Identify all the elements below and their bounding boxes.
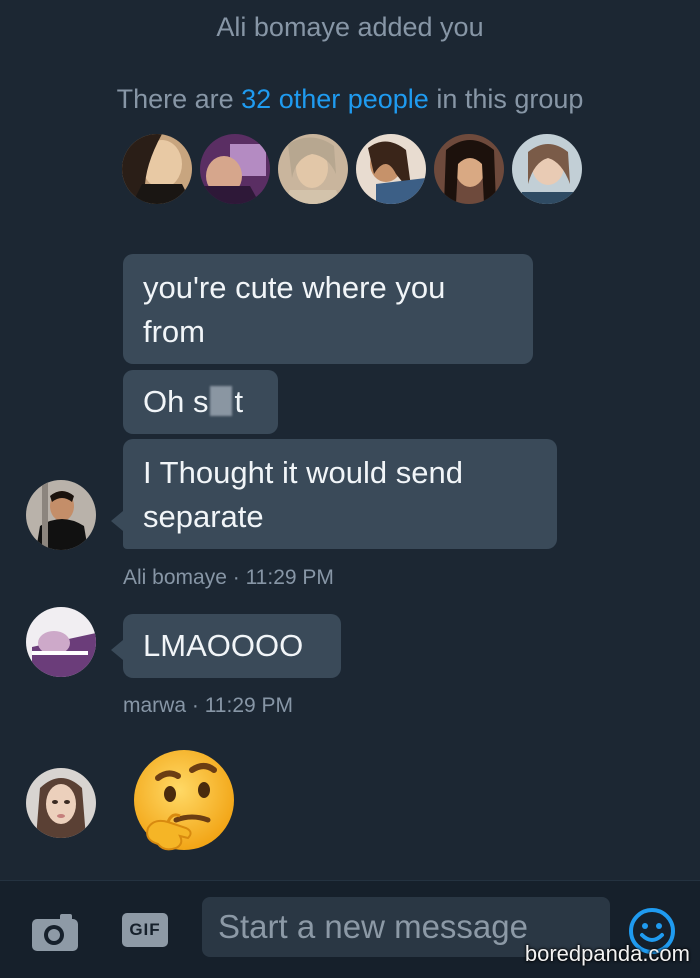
- message-bubble[interactable]: I Thought it would send separate: [111, 439, 557, 549]
- watermark: boredpanda.com: [524, 941, 690, 966]
- sender-avatar[interactable]: [26, 607, 96, 677]
- member-avatar[interactable]: [434, 134, 504, 204]
- message-text: LMAOOOO: [143, 628, 304, 663]
- message-text: t: [234, 384, 244, 419]
- added-text: Ali bomaye added you: [216, 12, 484, 42]
- group-member-count: There are 32 other people in this group: [0, 84, 700, 115]
- member-avatar[interactable]: [512, 134, 582, 204]
- message-bubble[interactable]: Oh s t: [123, 370, 278, 434]
- message-text: you're cute where you: [143, 270, 446, 305]
- message-meta: Ali bomaye · 11:29 PM: [123, 566, 334, 590]
- meta-separator: ·: [226, 566, 246, 589]
- group-added-notice: Ali bomaye added you: [0, 12, 700, 43]
- message-bubble[interactable]: you're cute where you from: [123, 254, 533, 364]
- message-text: I Thought it would send: [143, 455, 463, 490]
- sender-avatar[interactable]: [26, 480, 96, 550]
- message-text: separate: [143, 499, 264, 534]
- sender-avatar[interactable]: [26, 768, 96, 838]
- count-prefix: There are: [116, 84, 242, 114]
- member-avatar[interactable]: [356, 134, 426, 204]
- message-text: from: [143, 314, 205, 349]
- timestamp: 11:29 PM: [245, 566, 334, 589]
- thinking-face-emoji: [128, 748, 240, 860]
- message-meta: marwa · 11:29 PM: [123, 694, 293, 718]
- sender-name: Ali bomaye: [123, 566, 227, 589]
- message-bubble[interactable]: LMAOOOO: [111, 614, 341, 678]
- member-avatar[interactable]: [200, 134, 270, 204]
- member-avatar[interactable]: [122, 134, 192, 204]
- other-people-link[interactable]: 32 other people: [241, 84, 429, 114]
- member-avatar[interactable]: [278, 134, 348, 204]
- count-suffix: in this group: [428, 84, 584, 114]
- censor-blur: [210, 386, 233, 416]
- timestamp: 11:29 PM: [204, 694, 294, 717]
- camera-icon[interactable]: [30, 911, 80, 953]
- message-text: Oh s: [143, 384, 209, 419]
- sender-name: marwa: [123, 694, 187, 717]
- group-member-avatars[interactable]: [122, 134, 582, 206]
- meta-separator: ·: [186, 694, 205, 717]
- gif-button[interactable]: GIF: [122, 913, 168, 947]
